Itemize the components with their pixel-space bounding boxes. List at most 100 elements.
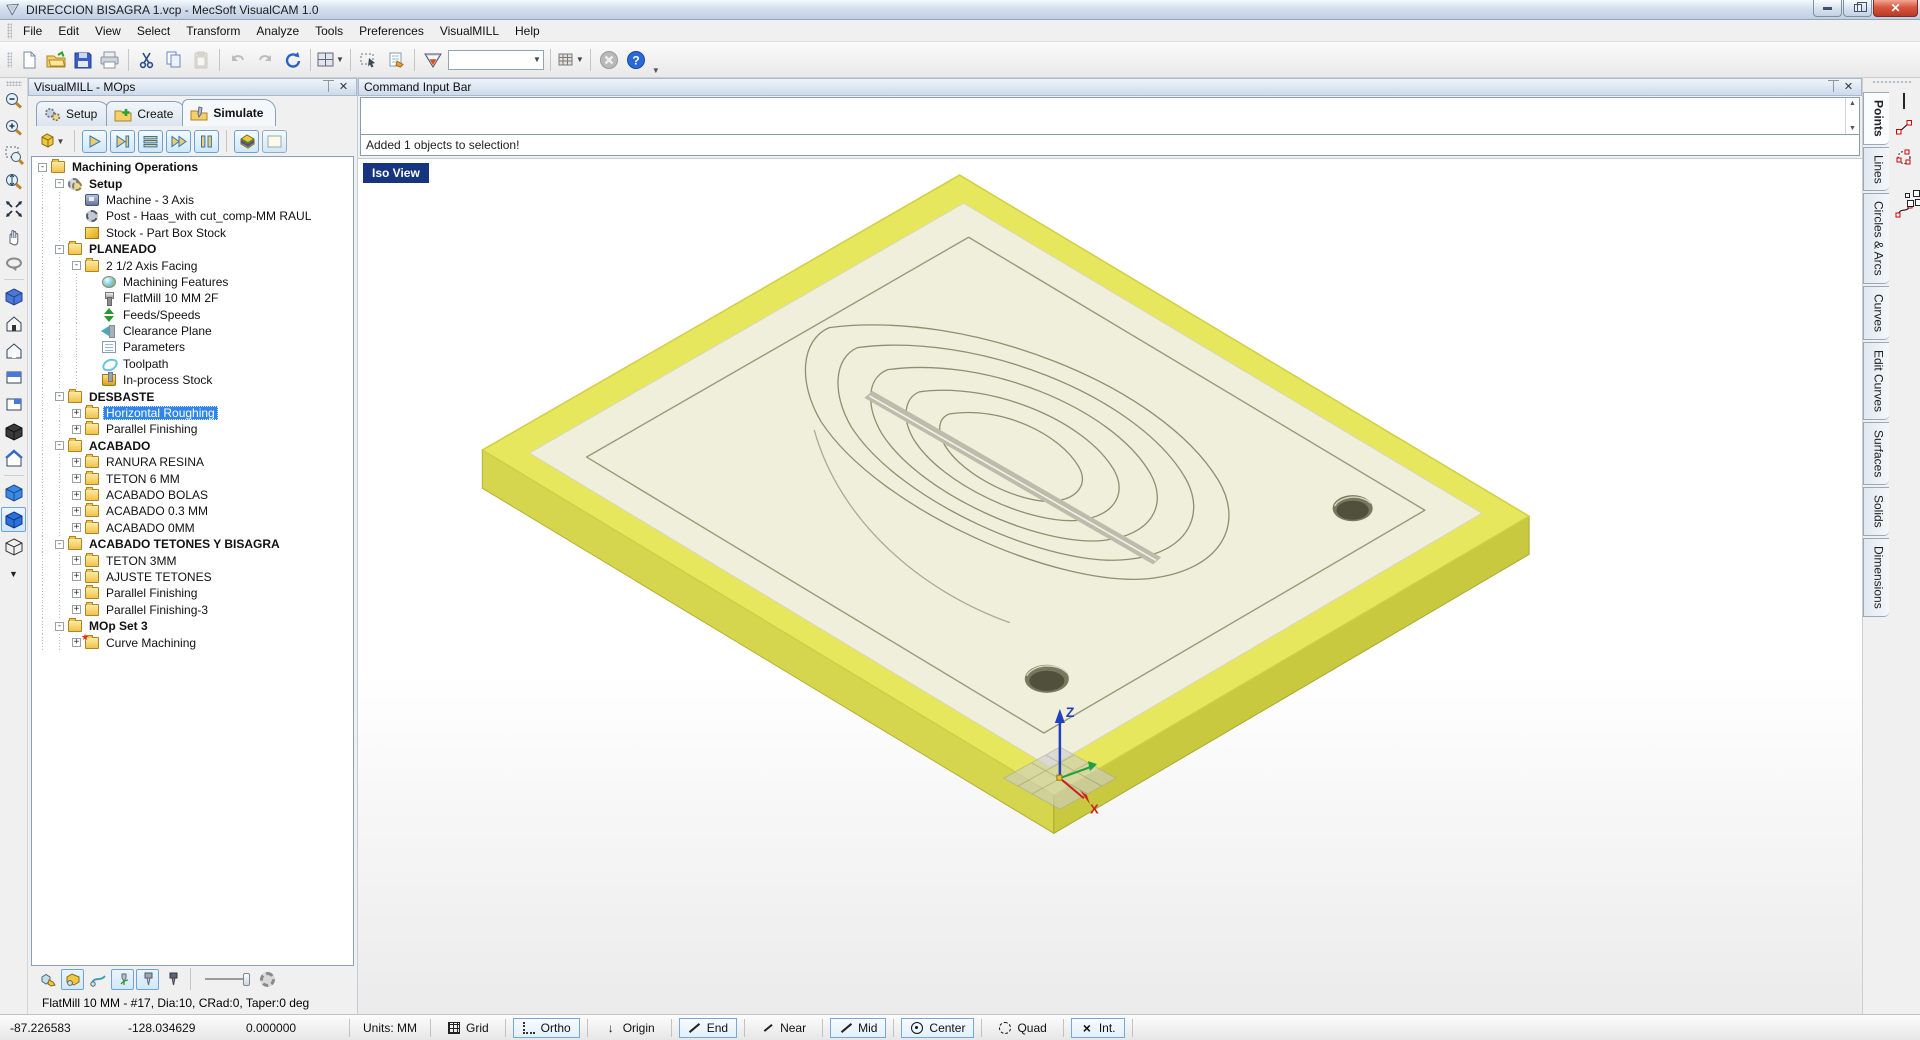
- shaded-view-button[interactable]: [1, 419, 26, 444]
- collapse-toggle[interactable]: -: [72, 261, 81, 270]
- front-view-button[interactable]: [1, 311, 26, 336]
- tree-item-label[interactable]: Parallel Finishing: [103, 422, 200, 436]
- iso-view-sw-button[interactable]: [1, 507, 26, 532]
- tree-item-label[interactable]: FlatMill 10 MM 2F: [120, 291, 221, 305]
- tree-row[interactable]: +Parallel Finishing: [32, 585, 353, 601]
- tree-row[interactable]: +ACABADO 0MM: [32, 520, 353, 536]
- tree-item-label[interactable]: Parameters: [120, 340, 188, 354]
- point-line-tool-button[interactable]: [1895, 119, 1913, 138]
- tree-item-label[interactable]: Machining Features: [120, 275, 231, 289]
- cut-button[interactable]: [134, 46, 160, 74]
- tree-item-label[interactable]: In-process Stock: [120, 373, 215, 387]
- tree-item-label[interactable]: TETON 3MM: [103, 554, 179, 568]
- tree-row[interactable]: -Setup: [32, 175, 353, 191]
- tree-row[interactable]: Stock - Part Box Stock: [32, 225, 353, 241]
- collapse-toggle[interactable]: -: [38, 163, 47, 172]
- menu-tools[interactable]: Tools: [307, 21, 351, 41]
- tree-item-label[interactable]: Post - Haas_with cut_comp-MM RAUL: [103, 209, 314, 223]
- copy-button[interactable]: [161, 46, 187, 74]
- open-file-button[interactable]: [43, 46, 69, 74]
- expand-toggle[interactable]: +: [72, 556, 81, 565]
- object-info-button[interactable]: [383, 46, 409, 74]
- collapse-toggle[interactable]: -: [55, 441, 64, 450]
- tree-row[interactable]: +ACABADO BOLAS: [32, 487, 353, 503]
- tab-dimensions[interactable]: Dimensions: [1863, 538, 1889, 617]
- expand-toggle[interactable]: +: [72, 572, 81, 581]
- sim-tool-holder-toggle[interactable]: [136, 969, 159, 990]
- tab-create[interactable]: Create: [106, 101, 186, 126]
- simulation-speed-slider[interactable]: [205, 973, 250, 986]
- menu-select[interactable]: Select: [129, 21, 178, 41]
- tree-item-label[interactable]: MOp Set 3: [86, 619, 151, 633]
- tree-item-label[interactable]: Horizontal Roughing: [103, 406, 218, 420]
- view-cube-button[interactable]: [1, 284, 26, 309]
- snap-near-toggle[interactable]: Near: [752, 1018, 815, 1038]
- tree-item-label[interactable]: DESBASTE: [86, 390, 157, 404]
- select-filter-button[interactable]: [356, 46, 382, 74]
- tree-row[interactable]: Toolpath: [32, 356, 353, 372]
- tree-item-label[interactable]: Feeds/Speeds: [120, 308, 203, 322]
- tree-item-label[interactable]: TETON 6 MM: [103, 472, 183, 486]
- tree-row[interactable]: +Curve Machining: [32, 634, 353, 650]
- menu-file[interactable]: File: [15, 21, 50, 41]
- menu-transform[interactable]: Transform: [178, 21, 248, 41]
- simulation-settings-gear-icon[interactable]: [260, 972, 275, 987]
- tree-row[interactable]: Machining Features: [32, 274, 353, 290]
- collapse-toggle[interactable]: -: [55, 392, 64, 401]
- tree-row[interactable]: - DESBASTE: [32, 388, 353, 404]
- tree-row[interactable]: In-process Stock: [32, 372, 353, 388]
- play-button[interactable]: [82, 130, 107, 153]
- collapse-toggle[interactable]: -: [55, 622, 64, 631]
- expand-toggle[interactable]: +: [72, 507, 81, 516]
- tree-row[interactable]: Parameters: [32, 339, 353, 355]
- zoom-extents-button[interactable]: [1, 196, 26, 221]
- home-view-button[interactable]: [1, 446, 26, 471]
- toolbar-overflow[interactable]: ▼: [652, 66, 660, 77]
- snap-quad-toggle[interactable]: Quad: [989, 1018, 1055, 1038]
- zoom-in-button[interactable]: [1, 115, 26, 140]
- iso-view-ne-button[interactable]: [1, 480, 26, 505]
- snap-end-toggle[interactable]: End: [679, 1018, 737, 1038]
- expand-toggle[interactable]: +: [72, 474, 81, 483]
- tree-item-label[interactable]: Setup: [86, 177, 125, 191]
- tree-row[interactable]: -ACABADO: [32, 438, 353, 454]
- tree-row[interactable]: + TETON 6 MM: [32, 470, 353, 486]
- menu-edit[interactable]: Edit: [50, 21, 87, 41]
- expand-toggle[interactable]: +: [72, 638, 81, 647]
- tab-points[interactable]: Points: [1863, 92, 1889, 145]
- tree-item-label[interactable]: PLANEADO: [86, 242, 159, 256]
- wireframe-view-button[interactable]: [1, 534, 26, 559]
- minimize-button[interactable]: [1813, 0, 1842, 17]
- tree-row[interactable]: +Parallel Finishing: [32, 421, 353, 437]
- new-file-button[interactable]: [16, 46, 42, 74]
- sim-tool-axis-toggle[interactable]: [111, 969, 134, 990]
- tree-item-label[interactable]: ACABADO BOLAS: [103, 488, 211, 502]
- tree-row[interactable]: +RANURA RESINA: [32, 454, 353, 470]
- menu-analyze[interactable]: Analyze: [248, 21, 307, 41]
- snap-int-toggle[interactable]: ×Int.: [1071, 1018, 1125, 1038]
- tree-item-label[interactable]: Stock - Part Box Stock: [103, 226, 229, 240]
- back-view-button[interactable]: [1, 338, 26, 363]
- tree-row[interactable]: -2 1/2 Axis Facing: [32, 257, 353, 273]
- stock-box-button[interactable]: [262, 130, 287, 153]
- step-button[interactable]: [110, 130, 135, 153]
- tree-item-label[interactable]: Parallel Finishing: [103, 586, 200, 600]
- point-curve-tool-button[interactable]: [1895, 202, 1913, 221]
- help-button[interactable]: ?: [623, 46, 649, 74]
- viewport-layout-button[interactable]: ▼: [316, 46, 345, 74]
- tree-item-label[interactable]: RANURA RESINA: [103, 455, 207, 469]
- command-input[interactable]: ▲▼: [360, 97, 1860, 135]
- tree-row[interactable]: +ACABADO 0.3 MM: [32, 503, 353, 519]
- restore-button[interactable]: [1843, 0, 1872, 17]
- tree-row[interactable]: Post - Haas_with cut_comp-MM RAUL: [32, 208, 353, 224]
- tab-circles-arcs[interactable]: Circles & Arcs: [1863, 193, 1889, 284]
- tree-row[interactable]: -ACABADO TETONES Y BISAGRA: [32, 536, 353, 552]
- tab-curves[interactable]: Curves: [1863, 286, 1889, 340]
- expand-toggle[interactable]: +: [72, 605, 81, 614]
- print-button[interactable]: [97, 46, 123, 74]
- visualmill-logo-button[interactable]: [420, 46, 446, 74]
- expand-toggle[interactable]: +: [72, 409, 81, 418]
- save-file-button[interactable]: [70, 46, 96, 74]
- sim-stock-toggle[interactable]: [61, 969, 84, 990]
- expand-toggle[interactable]: +: [72, 523, 81, 532]
